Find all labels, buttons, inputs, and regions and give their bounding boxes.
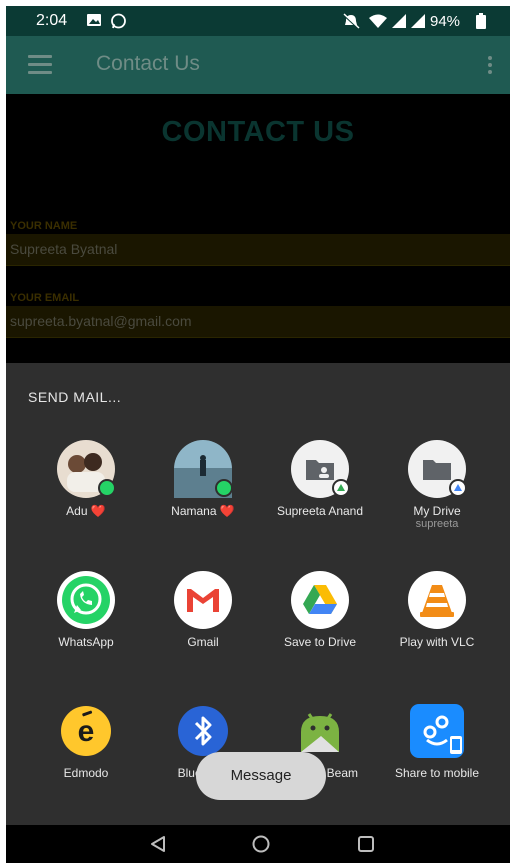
phone-screen: 2:04 94% Contact Us CONTACT US YOUR NAME…	[6, 6, 510, 863]
email-field[interactable]: supreeta.byatnal@gmail.com	[6, 306, 510, 338]
google-drive-icon	[291, 571, 349, 629]
share-target-label: Namana ❤️	[171, 504, 235, 518]
share-target-label: Share to mobile	[394, 766, 480, 780]
share-target-label: Edmodo	[63, 766, 109, 780]
email-label: YOUR EMAIL	[10, 292, 80, 304]
battery-icon	[476, 13, 486, 29]
mute-icon	[343, 13, 360, 29]
app-bar: Contact Us	[6, 36, 510, 94]
share-target-my-drive[interactable]: My Drive supreeta	[382, 440, 492, 531]
battery-percent: 94%	[430, 13, 461, 30]
share-target-gmail[interactable]: Gmail	[148, 571, 258, 649]
status-time: 2:04	[36, 12, 68, 29]
share-target-whatsapp[interactable]: WhatsApp	[31, 571, 141, 649]
share-target-share-to-mobile[interactable]: Share to mobile	[382, 702, 492, 780]
share-target-label: Adu ❤️	[66, 504, 106, 518]
folder-icon	[408, 440, 467, 498]
share-target-label: WhatsApp	[58, 635, 114, 649]
navigation-bar	[6, 825, 510, 863]
contact-photo-icon	[174, 440, 233, 498]
share-target-save-to-drive[interactable]: Save to Drive	[265, 571, 375, 649]
vlc-icon	[408, 571, 466, 629]
edmodo-icon: e	[57, 702, 115, 760]
share-target-label: Play with VLC	[399, 635, 475, 649]
home-icon[interactable]	[251, 834, 271, 854]
share-target-label: Gmail	[187, 635, 219, 649]
app-bar-title: Contact Us	[96, 52, 200, 75]
svg-text:e: e	[78, 715, 95, 748]
name-label: YOUR NAME	[10, 220, 78, 232]
share-target-label: Supreeta Anand	[276, 504, 364, 518]
overflow-menu-icon[interactable]	[488, 56, 492, 77]
recents-icon[interactable]	[356, 834, 376, 854]
hamburger-menu-icon[interactable]	[28, 55, 52, 75]
share-target-label: My Drive	[413, 504, 461, 518]
page-heading: CONTACT US	[161, 116, 355, 148]
signal-icon	[411, 14, 425, 28]
share-target-vlc[interactable]: Play with VLC	[382, 571, 492, 649]
name-field[interactable]: Supreeta Byatnal	[6, 234, 510, 266]
share-target-supreeta-anand[interactable]: Supreeta Anand	[265, 440, 375, 518]
toast-message: Message	[196, 752, 326, 800]
status-bar: 2:04 94%	[6, 6, 510, 36]
whatsapp-icon	[57, 571, 115, 629]
share-target-namana[interactable]: Namana ❤️	[148, 440, 258, 518]
share-target-edmodo[interactable]: e Edmodo	[31, 702, 141, 780]
contact-photo-icon	[57, 440, 116, 498]
share-target-adu[interactable]: Adu ❤️	[31, 440, 141, 518]
gmail-icon	[174, 571, 232, 629]
whatsapp-status-icon	[111, 13, 126, 29]
wifi-icon	[369, 14, 387, 28]
share-target-label: Save to Drive	[283, 635, 357, 649]
share-sheet-title: SEND MAIL...	[28, 389, 122, 405]
share-target-sublabel: supreeta	[415, 518, 459, 530]
shared-folder-icon	[291, 440, 350, 498]
share-to-mobile-icon	[408, 702, 466, 760]
signal-icon	[392, 14, 406, 28]
image-icon	[87, 14, 101, 26]
back-icon[interactable]	[148, 834, 168, 854]
